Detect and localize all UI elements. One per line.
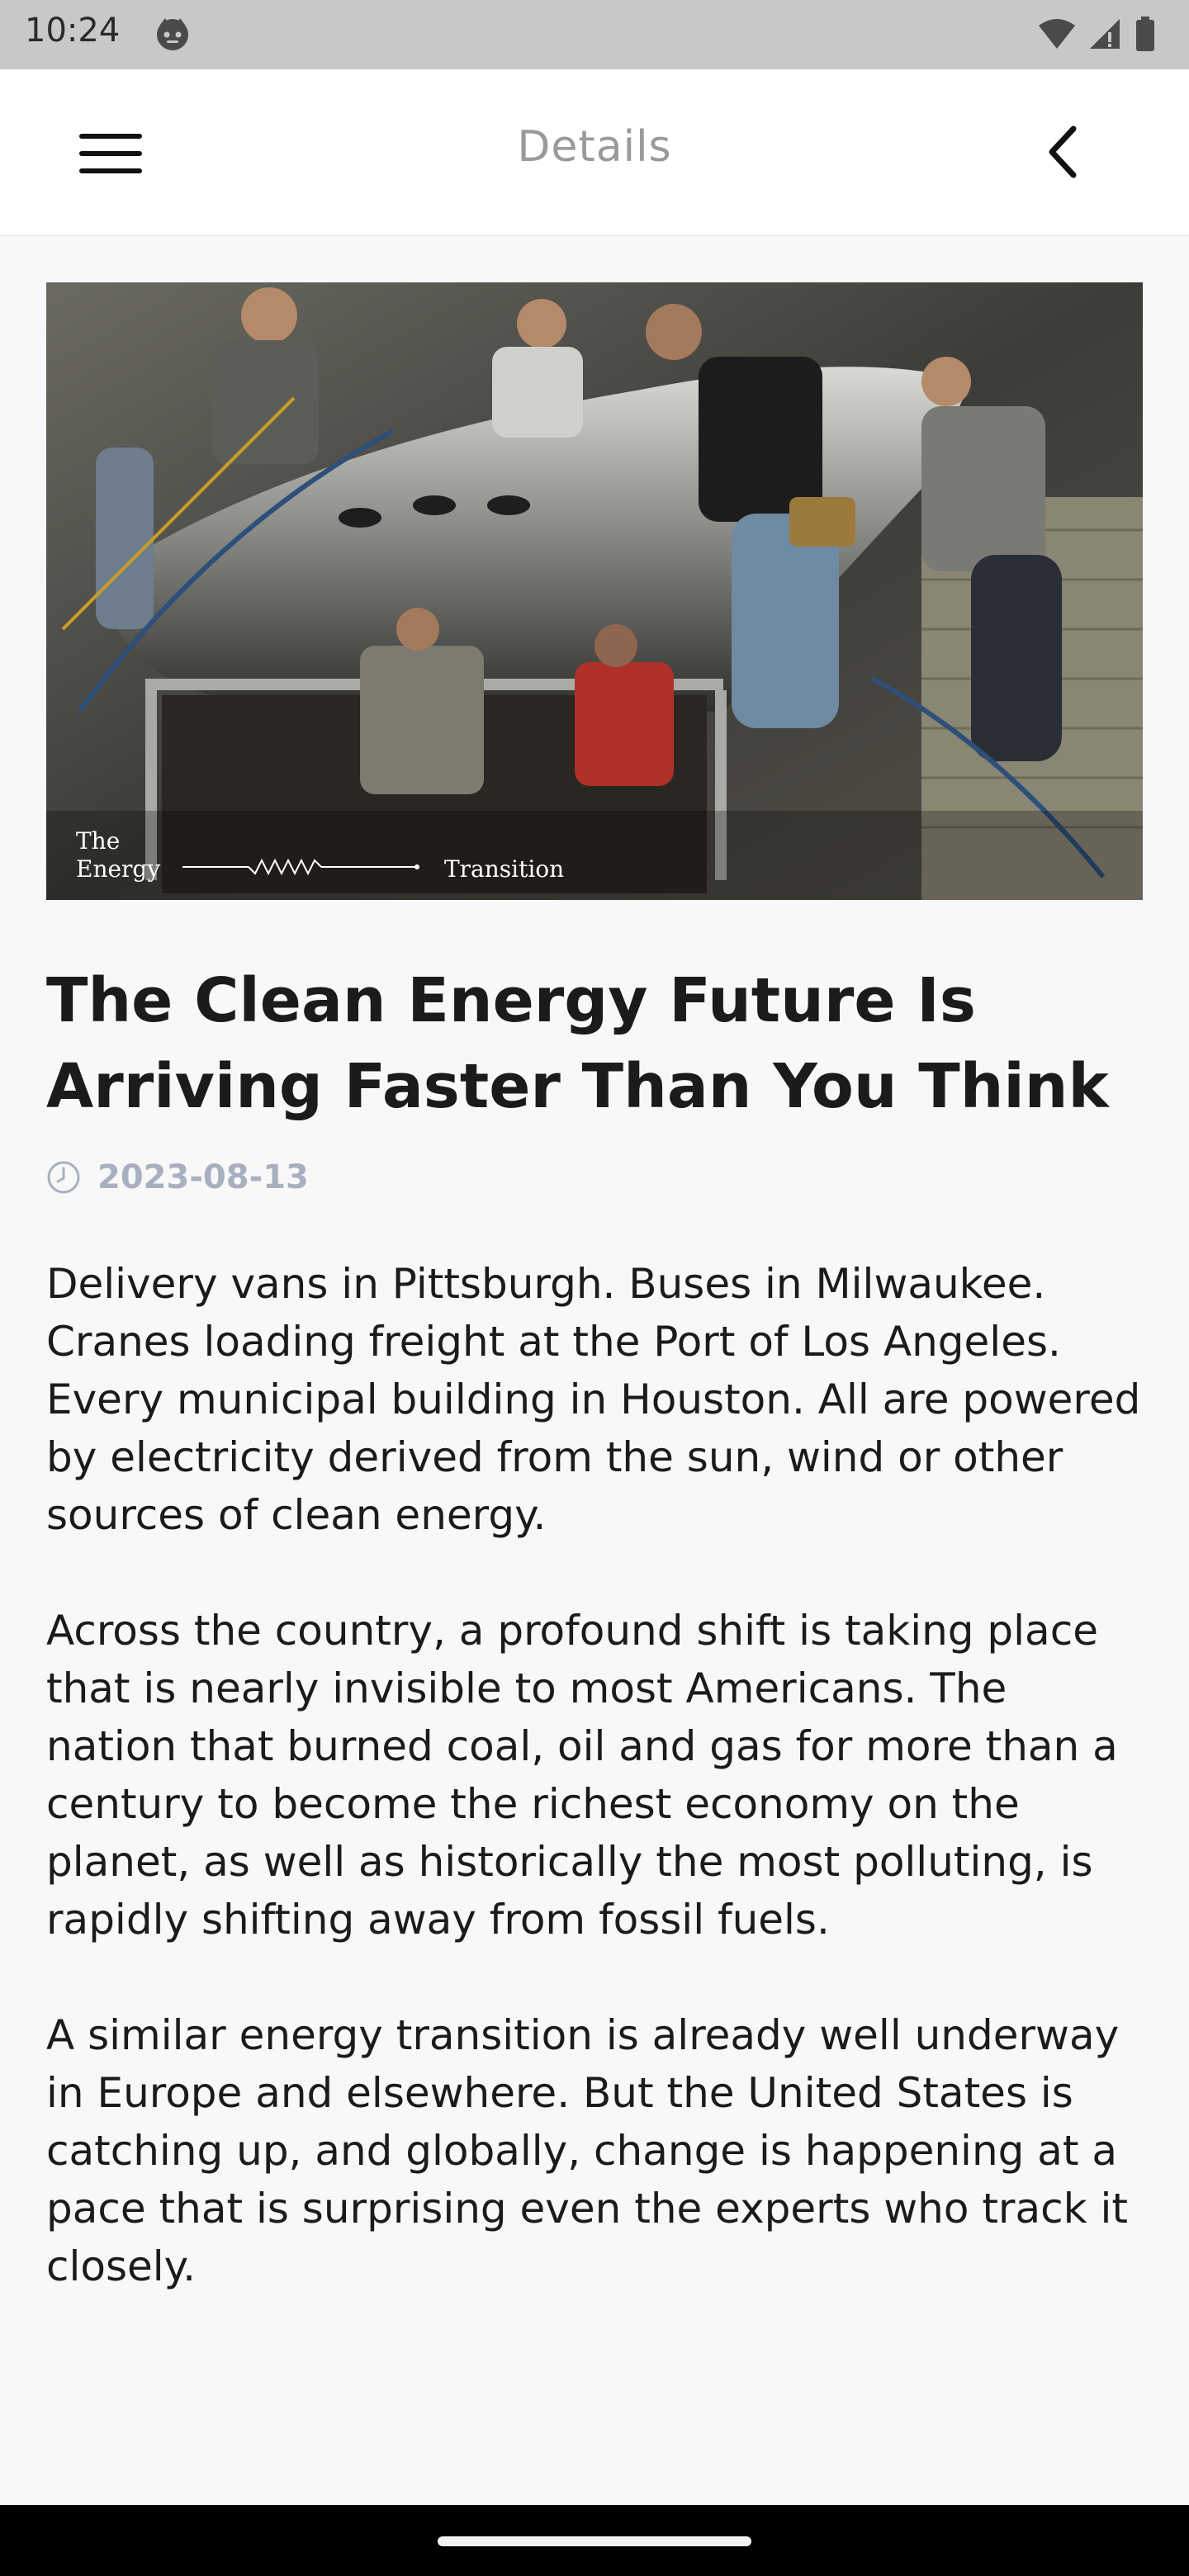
page-title: Details bbox=[517, 122, 672, 172]
hero-caption: The Energy Transition bbox=[76, 827, 564, 883]
status-bar: 10:24 bbox=[0, 0, 1189, 69]
notification-cat-icon bbox=[157, 18, 188, 50]
caption-the: The bbox=[76, 827, 121, 855]
battery-icon bbox=[1136, 17, 1154, 51]
app-header: Details bbox=[0, 69, 1189, 236]
article-body: Delivery vans in Pittsburgh. Buses in Mi… bbox=[46, 1255, 1144, 2353]
status-indicators bbox=[1037, 15, 1156, 53]
caption-energy: Energy bbox=[76, 855, 161, 883]
cell-signal-icon bbox=[1090, 19, 1120, 49]
home-gesture-handle[interactable] bbox=[438, 2536, 751, 2546]
caption-transition: Transition bbox=[443, 855, 565, 883]
system-navigation-bar bbox=[0, 2505, 1189, 2576]
clock-icon bbox=[47, 1161, 80, 1194]
signal-line-graphic bbox=[182, 858, 420, 876]
chevron-left-icon[interactable] bbox=[1032, 119, 1098, 185]
article-paragraph: Delivery vans in Pittsburgh. Buses in Mi… bbox=[46, 1260, 1141, 1539]
factory-workers-photo bbox=[46, 282, 1143, 900]
status-time: 10:24 bbox=[25, 12, 121, 50]
article-paragraph: A similar energy transition is already w… bbox=[46, 2011, 1128, 2290]
article-paragraph: Across the country, a profound shift is … bbox=[46, 1607, 1118, 1944]
wifi-icon bbox=[1039, 19, 1075, 49]
article-title: The Clean Energy Future Is Arriving Fast… bbox=[46, 965, 1109, 1122]
article-date: 2023-08-13 bbox=[97, 1158, 309, 1196]
article-date-row: 2023-08-13 bbox=[46, 1154, 309, 1200]
hero-image: The Energy Transition bbox=[46, 282, 1143, 900]
